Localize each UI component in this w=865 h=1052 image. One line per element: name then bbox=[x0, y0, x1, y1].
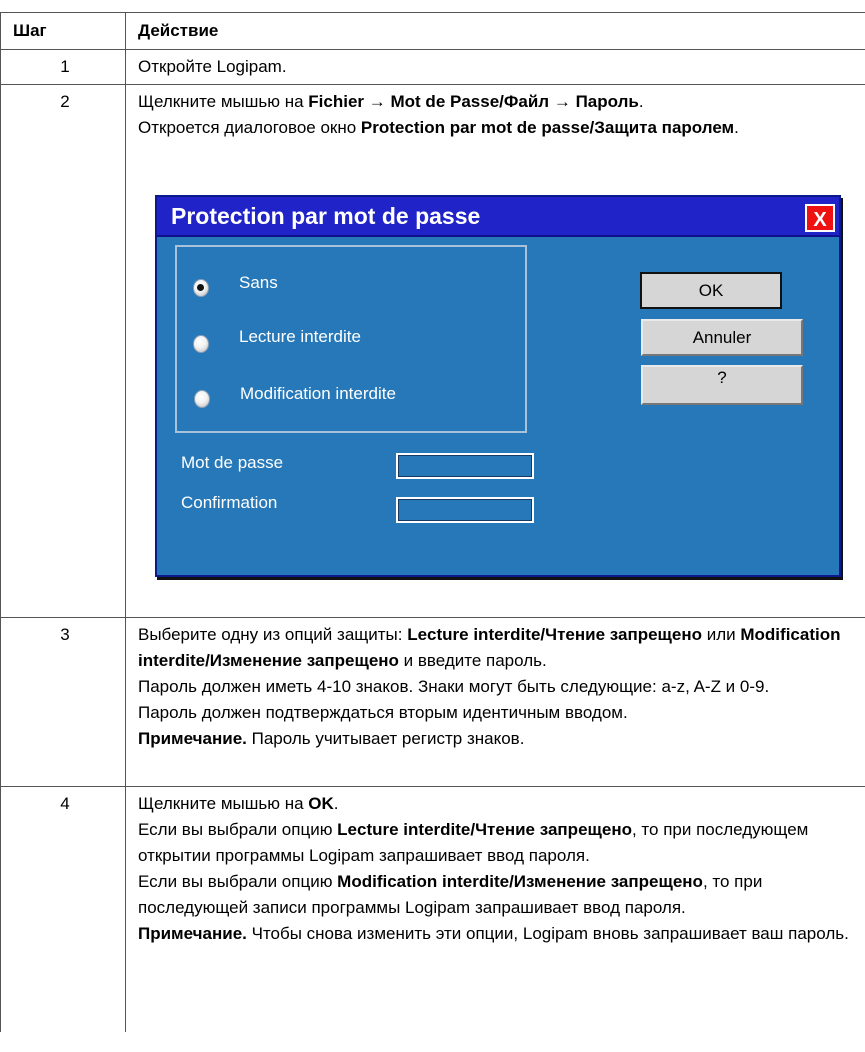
step-number: 4 bbox=[0, 786, 126, 1032]
confirm-field[interactable] bbox=[396, 497, 534, 523]
step-action: Выберите одну из опций защиты: Lecture i… bbox=[125, 617, 865, 787]
header-action: Действие bbox=[125, 12, 865, 50]
action-line: Откроется диалоговое окно Protection par… bbox=[138, 118, 739, 137]
action-line: Щелкните мышью на OK. bbox=[138, 794, 339, 813]
close-button[interactable]: X bbox=[805, 204, 835, 232]
help-button[interactable]: ? bbox=[641, 365, 803, 405]
password-field[interactable] bbox=[396, 453, 534, 479]
action-line: Если вы выбрали опцию Lecture interdite/… bbox=[138, 820, 809, 865]
protection-options-group: Sans Lecture interdite Modification inte… bbox=[175, 245, 527, 433]
note-line: Примечание. Пароль учитывает регистр зна… bbox=[138, 729, 525, 748]
action-line: Пароль должен подтверждаться вторым иден… bbox=[138, 703, 628, 722]
table-row: 3 Выберите одну из опций защиты: Lecture… bbox=[0, 617, 865, 787]
cancel-button[interactable]: Annuler bbox=[641, 319, 803, 356]
action-line: Если вы выбрали опцию Modification inter… bbox=[138, 872, 763, 917]
step-action: Щелкните мышью на OK. Если вы выбрали оп… bbox=[125, 786, 865, 1032]
step-action: Откройте Logipam. bbox=[125, 49, 865, 85]
password-label: Mot de passe bbox=[181, 453, 284, 472]
action-line: Пароль должен иметь 4-10 знаков. Знаки м… bbox=[138, 677, 770, 696]
step-number: 3 bbox=[0, 617, 126, 787]
note-line: Примечание. Чтобы снова изменить эти опц… bbox=[138, 924, 849, 943]
header-step: Шаг bbox=[0, 12, 126, 50]
radio-write-protected[interactable] bbox=[194, 390, 210, 408]
ok-button[interactable]: OK bbox=[640, 272, 782, 309]
password-dialog: Protection par mot de passe X Sans Lectu… bbox=[155, 195, 841, 577]
document-page: Шаг Действие 1 Откройте Logipam. 2 Щелкн… bbox=[0, 0, 865, 1052]
confirm-label: Confirmation bbox=[181, 493, 278, 512]
option-label-sans: Sans bbox=[239, 273, 278, 292]
step-number: 2 bbox=[0, 84, 126, 618]
radio-sans[interactable] bbox=[193, 279, 209, 297]
table-row: 4 Щелкните мышью на OK. Если вы выбрали … bbox=[0, 786, 865, 1032]
dialog-titlebar: Protection par mot de passe X bbox=[157, 197, 839, 237]
option-label-read-protected: Lecture interdite bbox=[239, 327, 361, 346]
table-header-row: Шаг Действие bbox=[0, 12, 865, 50]
action-line: Щелкните мышью на Fichier → Mot de Passe… bbox=[138, 92, 644, 111]
step-number: 1 bbox=[0, 49, 126, 85]
option-label-write-protected: Modification interdite bbox=[240, 384, 396, 403]
dialog-title: Protection par mot de passe bbox=[171, 203, 481, 229]
radio-read-protected[interactable] bbox=[193, 335, 209, 353]
action-line: Выберите одну из опций защиты: Lecture i… bbox=[138, 625, 841, 670]
table-row: 1 Откройте Logipam. bbox=[0, 49, 865, 85]
